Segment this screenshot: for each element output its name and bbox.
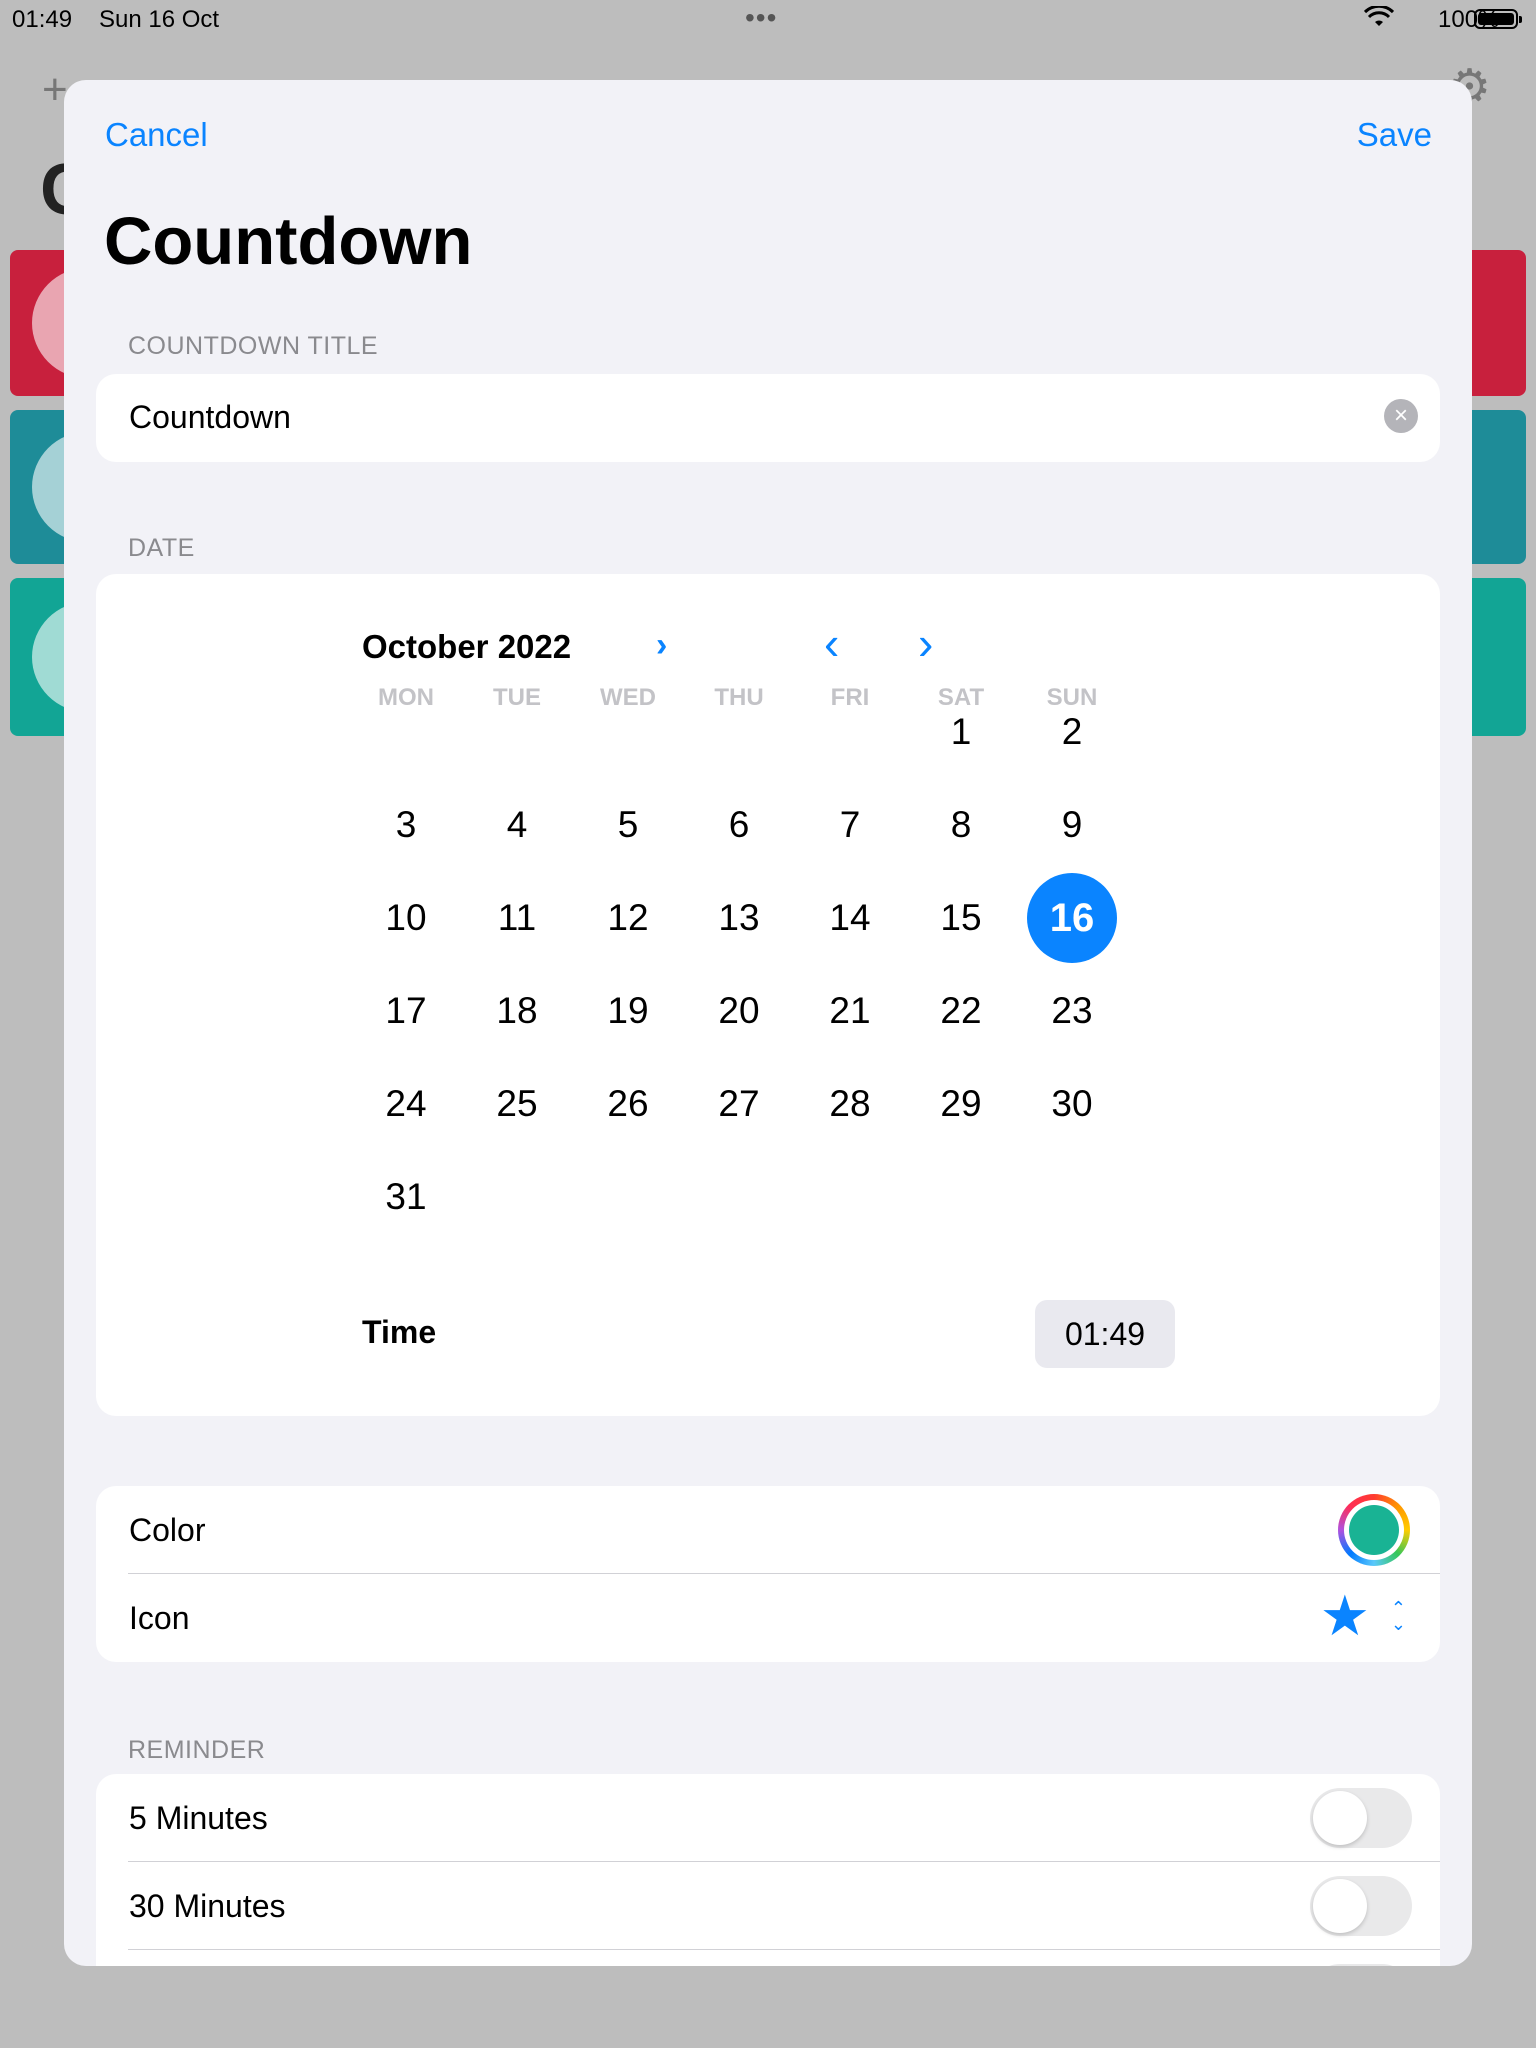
- calendar-day[interactable]: 28: [805, 1059, 895, 1149]
- countdown-title-label: COUNTDOWN TITLE: [128, 332, 379, 360]
- page-title: Countdown: [104, 204, 473, 279]
- reminder-toggle[interactable]: [1310, 1788, 1412, 1848]
- calendar-day[interactable]: 20: [694, 966, 784, 1056]
- calendar-day[interactable]: 1: [916, 687, 1006, 777]
- status-bar: 01:49 Sun 16 Oct ••• 100%: [0, 0, 1536, 40]
- reminder-row[interactable]: [96, 1950, 1440, 1966]
- weekday-label: TUE: [493, 684, 541, 711]
- date-label: DATE: [128, 534, 195, 562]
- weekday-label: THU: [714, 684, 764, 711]
- calendar-day[interactable]: 6: [694, 780, 784, 870]
- time-label: Time: [362, 1314, 437, 1350]
- countdown-title-field[interactable]: Countdown ×: [96, 374, 1440, 462]
- calendar-day[interactable]: 8: [916, 780, 1006, 870]
- calendar-day[interactable]: 29: [916, 1059, 1006, 1149]
- color-well[interactable]: [1338, 1494, 1410, 1566]
- reminder-label-5: 5 Minutes: [129, 1800, 268, 1836]
- clear-icon[interactable]: ×: [1384, 399, 1418, 433]
- calendar-day[interactable]: 22: [916, 966, 1006, 1056]
- countdown-sheet: Cancel Save Countdown COUNTDOWN TITLE Co…: [64, 80, 1472, 1966]
- calendar-day[interactable]: 5: [583, 780, 673, 870]
- countdown-title-input[interactable]: Countdown: [129, 399, 291, 436]
- selected-day[interactable]: 16: [1027, 873, 1117, 963]
- calendar-day[interactable]: 21: [805, 966, 895, 1056]
- appearance-options: Color Icon ★ ⌃ ⌄: [96, 1486, 1440, 1662]
- calendar-day[interactable]: 19: [583, 966, 673, 1056]
- reminder-row[interactable]: 30 Minutes: [96, 1862, 1440, 1950]
- icon-row[interactable]: Icon ★ ⌃ ⌄: [96, 1574, 1440, 1662]
- calendar-day[interactable]: 23: [1027, 966, 1117, 1056]
- chevron-right-icon[interactable]: ›: [656, 626, 667, 665]
- reminder-toggle[interactable]: [1310, 1876, 1412, 1936]
- reminder-label: REMINDER: [128, 1736, 266, 1764]
- calendar-day[interactable]: 26: [583, 1059, 673, 1149]
- save-button[interactable]: Save: [1357, 116, 1432, 154]
- weekday-label: WED: [600, 684, 656, 711]
- calendar-day[interactable]: 3: [361, 780, 451, 870]
- icon-label: Icon: [129, 1600, 190, 1636]
- calendar-day[interactable]: 17: [361, 966, 451, 1056]
- calendar-day[interactable]: 10: [361, 873, 451, 963]
- color-row[interactable]: Color: [96, 1486, 1440, 1574]
- calendar-day[interactable]: 15: [916, 873, 1006, 963]
- chevron-up-down-icon[interactable]: ⌃ ⌄: [1391, 1599, 1406, 1633]
- star-icon[interactable]: ★: [1320, 1588, 1370, 1644]
- calendar-day[interactable]: 9: [1027, 780, 1117, 870]
- status-date: Sun 16 Oct: [99, 6, 220, 33]
- reminder-label-30: 30 Minutes: [129, 1888, 286, 1924]
- calendar-day[interactable]: 27: [694, 1059, 784, 1149]
- previous-month-button[interactable]: ‹: [824, 616, 839, 670]
- month-year-label[interactable]: October 2022: [362, 628, 571, 666]
- color-label: Color: [129, 1512, 206, 1548]
- calendar-day[interactable]: 24: [361, 1059, 451, 1149]
- battery-icon: [1474, 9, 1522, 29]
- calendar-day[interactable]: 13: [694, 873, 784, 963]
- calendar-day[interactable]: 12: [583, 873, 673, 963]
- calendar-day[interactable]: 4: [472, 780, 562, 870]
- next-month-button[interactable]: ›: [918, 616, 933, 670]
- calendar-day[interactable]: 25: [472, 1059, 562, 1149]
- calendar-day[interactable]: 14: [805, 873, 895, 963]
- reminder-toggle[interactable]: [1310, 1964, 1412, 1966]
- cancel-button[interactable]: Cancel: [105, 116, 208, 154]
- calendar-day[interactable]: 18: [472, 966, 562, 1056]
- reminder-row[interactable]: 5 Minutes: [96, 1774, 1440, 1862]
- time-picker-button[interactable]: 01:49: [1035, 1300, 1175, 1368]
- status-time: 01:49: [12, 6, 73, 33]
- wifi-icon: [1363, 4, 1395, 35]
- date-picker: October 2022 › ‹ › MON TUE WED THU FRI SAT SUN…: [96, 574, 1440, 1416]
- weekday-label: FRI: [830, 684, 870, 711]
- calendar-day[interactable]: 7: [805, 780, 895, 870]
- multitasking-dots-icon[interactable]: •••: [745, 2, 777, 34]
- calendar-day[interactable]: 2: [1027, 687, 1117, 777]
- weekday-label: MON: [378, 684, 434, 711]
- calendar-day[interactable]: 11: [472, 873, 562, 963]
- calendar-day[interactable]: 30: [1027, 1059, 1117, 1149]
- calendar-day[interactable]: 31: [361, 1152, 451, 1242]
- reminder-list: 5 Minutes 30 Minutes: [96, 1774, 1440, 1966]
